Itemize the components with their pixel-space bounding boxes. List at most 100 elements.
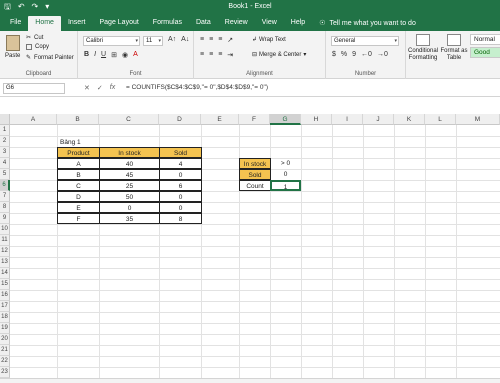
orientation-icon[interactable]: ↗ (227, 36, 233, 44)
table-cell[interactable]: 0 (99, 202, 160, 213)
align-middle-icon[interactable]: ≡ (209, 36, 213, 44)
table-cell[interactable]: 0 (159, 202, 202, 213)
row-header-9[interactable]: 9 (0, 213, 10, 224)
tab-home[interactable]: Home (28, 16, 61, 31)
tab-formulas[interactable]: Formulas (146, 16, 189, 31)
column-header-c[interactable]: C (99, 114, 159, 125)
column-header-b[interactable]: B (57, 114, 99, 125)
insert-function-icon[interactable]: fx (110, 84, 115, 92)
row-header-13[interactable]: 13 (0, 257, 10, 268)
table-cell[interactable]: E (57, 202, 100, 213)
tab-page-layout[interactable]: Page Layout (92, 16, 145, 31)
row-header-21[interactable]: 21 (0, 345, 10, 356)
row-header-7[interactable]: 7 (0, 191, 10, 202)
column-header-g[interactable]: G (270, 114, 301, 125)
row-header-15[interactable]: 15 (0, 279, 10, 290)
align-left-icon[interactable]: ≡ (200, 51, 204, 59)
number-format-select[interactable]: General ▾ (331, 36, 399, 46)
tab-insert[interactable]: Insert (61, 16, 93, 31)
criteria-sold-label[interactable]: Sold (239, 169, 271, 180)
row-header-17[interactable]: 17 (0, 301, 10, 312)
column-header-h[interactable]: H (301, 114, 332, 125)
row-header-22[interactable]: 22 (0, 356, 10, 367)
column-header-m[interactable]: M (456, 114, 500, 125)
underline-icon[interactable]: U (101, 51, 106, 59)
row-header-19[interactable]: 19 (0, 323, 10, 334)
row-header-2[interactable]: 2 (0, 136, 10, 147)
column-header-d[interactable]: D (159, 114, 201, 125)
table-cell[interactable]: 40 (99, 158, 160, 169)
row-header-4[interactable]: 4 (0, 158, 10, 169)
row-header-16[interactable]: 16 (0, 290, 10, 301)
tell-me-box[interactable]: ☉ Tell me what you want to do (312, 16, 423, 31)
row-header-18[interactable]: 18 (0, 312, 10, 323)
tab-review[interactable]: Review (218, 16, 255, 31)
merge-center-button[interactable]: ⊟ Merge & Center ▾ (252, 51, 306, 59)
row-header-6[interactable]: 6 (0, 180, 10, 191)
select-all-corner[interactable] (0, 114, 10, 125)
conditional-formatting-button[interactable]: Conditional Formatting (408, 34, 438, 62)
decrease-decimal-icon[interactable]: →0 (377, 51, 388, 58)
row-header-10[interactable]: 10 (0, 224, 10, 235)
column-header-k[interactable]: K (394, 114, 425, 125)
table-cell[interactable]: D (57, 191, 100, 202)
style-normal[interactable]: Normal (470, 34, 500, 45)
wrap-text-button[interactable]: ↲ Wrap Text (252, 36, 286, 44)
align-center-icon[interactable]: ≡ (209, 51, 213, 59)
copy-button[interactable]: Copy (26, 44, 49, 50)
tab-file[interactable]: File (3, 16, 28, 31)
borders-icon[interactable]: ⊞ (111, 51, 117, 59)
table-header-product[interactable]: Product (57, 147, 100, 158)
fill-color-icon[interactable]: ◉ (122, 51, 128, 59)
row-header-1[interactable]: 1 (0, 125, 10, 136)
align-right-icon[interactable]: ≡ (218, 51, 222, 59)
indent-icon[interactable]: ⇥ (227, 51, 233, 59)
table-cell[interactable]: 8 (159, 213, 202, 224)
increase-decimal-icon[interactable]: ←0 (361, 51, 372, 58)
italic-icon[interactable]: I (94, 51, 96, 59)
table-cell[interactable]: 0 (159, 169, 202, 180)
table-cell[interactable]: 35 (99, 213, 160, 224)
confirm-icon[interactable]: ✓ (97, 84, 103, 92)
table-cell[interactable]: B (57, 169, 100, 180)
table-cell[interactable]: A (57, 158, 100, 169)
font-color-icon[interactable]: A (133, 51, 138, 59)
table-cell[interactable]: 45 (99, 169, 160, 180)
row-header-23[interactable]: 23 (0, 367, 10, 378)
align-top-icon[interactable]: ≡ (200, 36, 204, 44)
column-header-a[interactable]: A (10, 114, 57, 125)
paste-button[interactable]: Paste (5, 53, 20, 59)
row-header-14[interactable]: 14 (0, 268, 10, 279)
table-header-sold[interactable]: Sold (159, 147, 202, 158)
table-cell[interactable]: C (57, 180, 100, 191)
row-header-12[interactable]: 12 (0, 246, 10, 257)
row-header-8[interactable]: 8 (0, 202, 10, 213)
font-name-select[interactable]: Calibri ▾ (83, 36, 140, 46)
cut-button[interactable]: ✂ Cut (26, 34, 43, 42)
row-header-20[interactable]: 20 (0, 334, 10, 345)
column-header-f[interactable]: F (239, 114, 270, 125)
bold-icon[interactable]: B (84, 51, 89, 59)
column-header-j[interactable]: J (363, 114, 394, 125)
comma-icon[interactable]: 9 (352, 51, 356, 58)
column-header-i[interactable]: I (332, 114, 363, 125)
formula-input[interactable]: = COUNTIFS($C$4:$C$9,"= 0",$D$4:$D$9,"= … (126, 84, 268, 91)
table-cell[interactable]: 0 (159, 191, 202, 202)
table-cell[interactable]: 25 (99, 180, 160, 191)
percent-icon[interactable]: % (341, 51, 347, 58)
format-painter-button[interactable]: ✎ Format Painter (26, 54, 74, 62)
criteria-count-label[interactable]: Count (239, 180, 271, 191)
criteria-sold-value[interactable]: 0 (270, 169, 301, 180)
increase-font-icon[interactable]: A↑ (168, 36, 176, 43)
align-bottom-icon[interactable]: ≡ (218, 36, 222, 44)
table-cell[interactable]: 4 (159, 158, 202, 169)
format-as-table-button[interactable]: Format as Table (440, 34, 468, 62)
style-good[interactable]: Good (470, 47, 500, 58)
tab-data[interactable]: Data (189, 16, 218, 31)
criteria-in-stock-label[interactable]: In stock (239, 158, 271, 169)
currency-icon[interactable]: $ (332, 51, 336, 58)
selected-cell-g6[interactable]: 1 (270, 180, 301, 191)
table-cell[interactable]: 6 (159, 180, 202, 191)
column-header-l[interactable]: L (425, 114, 456, 125)
paste-icon[interactable] (6, 35, 20, 51)
